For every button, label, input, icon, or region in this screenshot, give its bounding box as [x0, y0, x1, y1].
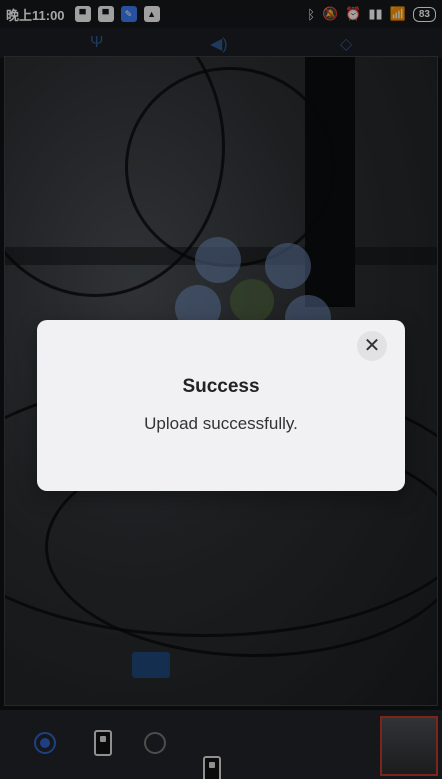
dialog-title: Success: [182, 376, 260, 397]
close-icon: ✕: [363, 335, 381, 357]
close-button[interactable]: ✕: [357, 331, 387, 361]
dialog-message: Upload successfully.: [144, 414, 298, 433]
success-dialog: ✕ Success Upload successfully.: [37, 320, 405, 491]
